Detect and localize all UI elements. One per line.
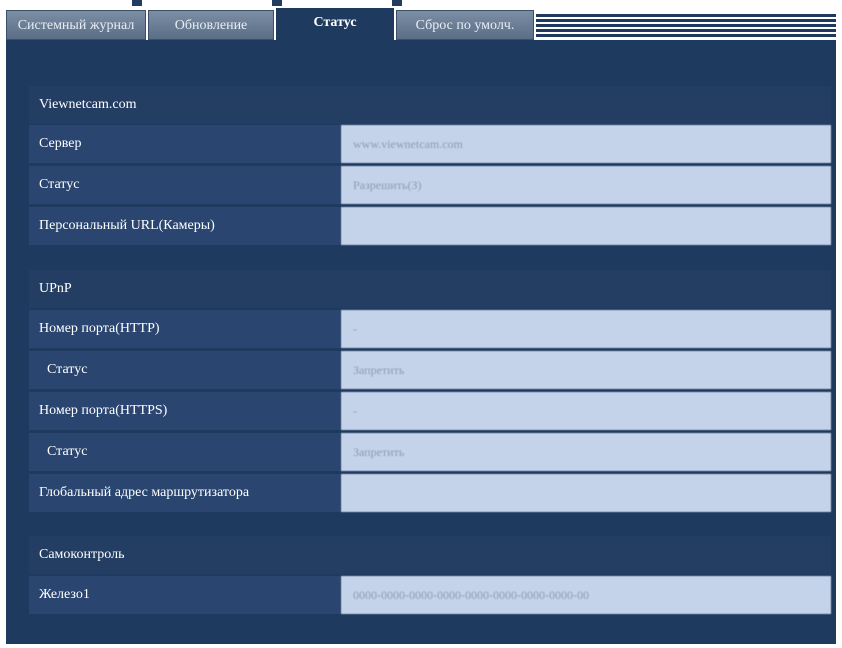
router-address-label: Глобальный адрес маршрутизатора: [29, 474, 340, 512]
server-value: www.viewnetcam.com: [341, 125, 831, 163]
hardware1-value: 0000-0000-0000-0000-0000-0000-0000-0000-…: [341, 576, 831, 614]
status-content: Viewnetcam.com Сервер www.viewnetcam.com…: [6, 40, 836, 644]
tab-reset-defaults[interactable]: Сброс по умолч.: [396, 10, 534, 40]
tab-status[interactable]: Статус: [276, 8, 394, 40]
personal-url-value: [341, 207, 831, 245]
row-http-port: Номер порта(HTTP) -: [29, 310, 831, 348]
row-viewnetcam-status: Статус Разрешить(З): [29, 166, 831, 204]
section-header-viewnetcam: Viewnetcam.com: [29, 86, 831, 124]
http-status-label: Статус: [29, 351, 340, 389]
tab-bar: Системный журнал Обновление Статус Сброс…: [6, 0, 836, 40]
hardware1-label: Железо1: [29, 576, 340, 614]
row-https-status: Статус Запретить: [29, 433, 831, 471]
https-port-label: Номер порта(HTTPS): [29, 392, 340, 430]
https-port-value: -: [341, 392, 831, 430]
server-label: Сервер: [29, 125, 340, 163]
viewnetcam-status-label: Статус: [29, 166, 340, 204]
https-status-value: Запретить: [341, 433, 831, 471]
https-status-label: Статус: [29, 433, 340, 471]
http-port-label: Номер порта(HTTP): [29, 310, 340, 348]
router-address-value: [341, 474, 831, 512]
row-router-address: Глобальный адрес маршрутизатора: [29, 474, 831, 512]
section-header-upnp: UPnP: [29, 270, 831, 308]
row-https-port: Номер порта(HTTPS) -: [29, 392, 831, 430]
http-status-value: Запретить: [341, 351, 831, 389]
tab-system-log[interactable]: Системный журнал: [6, 10, 146, 40]
viewnetcam-status-value: Разрешить(З): [341, 166, 831, 204]
row-personal-url: Персональный URL(Камеры): [29, 207, 831, 245]
row-hardware1: Железо1 0000-0000-0000-0000-0000-0000-00…: [29, 576, 831, 614]
tab-divider: [272, 0, 282, 6]
row-server: Сервер www.viewnetcam.com: [29, 125, 831, 163]
status-panel: Системный журнал Обновление Статус Сброс…: [6, 0, 836, 644]
tab-bar-decoration: [536, 12, 836, 38]
tab-update[interactable]: Обновление: [148, 10, 274, 40]
tab-divider: [392, 0, 402, 6]
tab-divider: [132, 0, 142, 6]
row-http-status: Статус Запретить: [29, 351, 831, 389]
http-port-value: -: [341, 310, 831, 348]
personal-url-label: Персональный URL(Камеры): [29, 207, 340, 245]
section-header-selfcheck: Самоконтроль: [29, 536, 831, 574]
